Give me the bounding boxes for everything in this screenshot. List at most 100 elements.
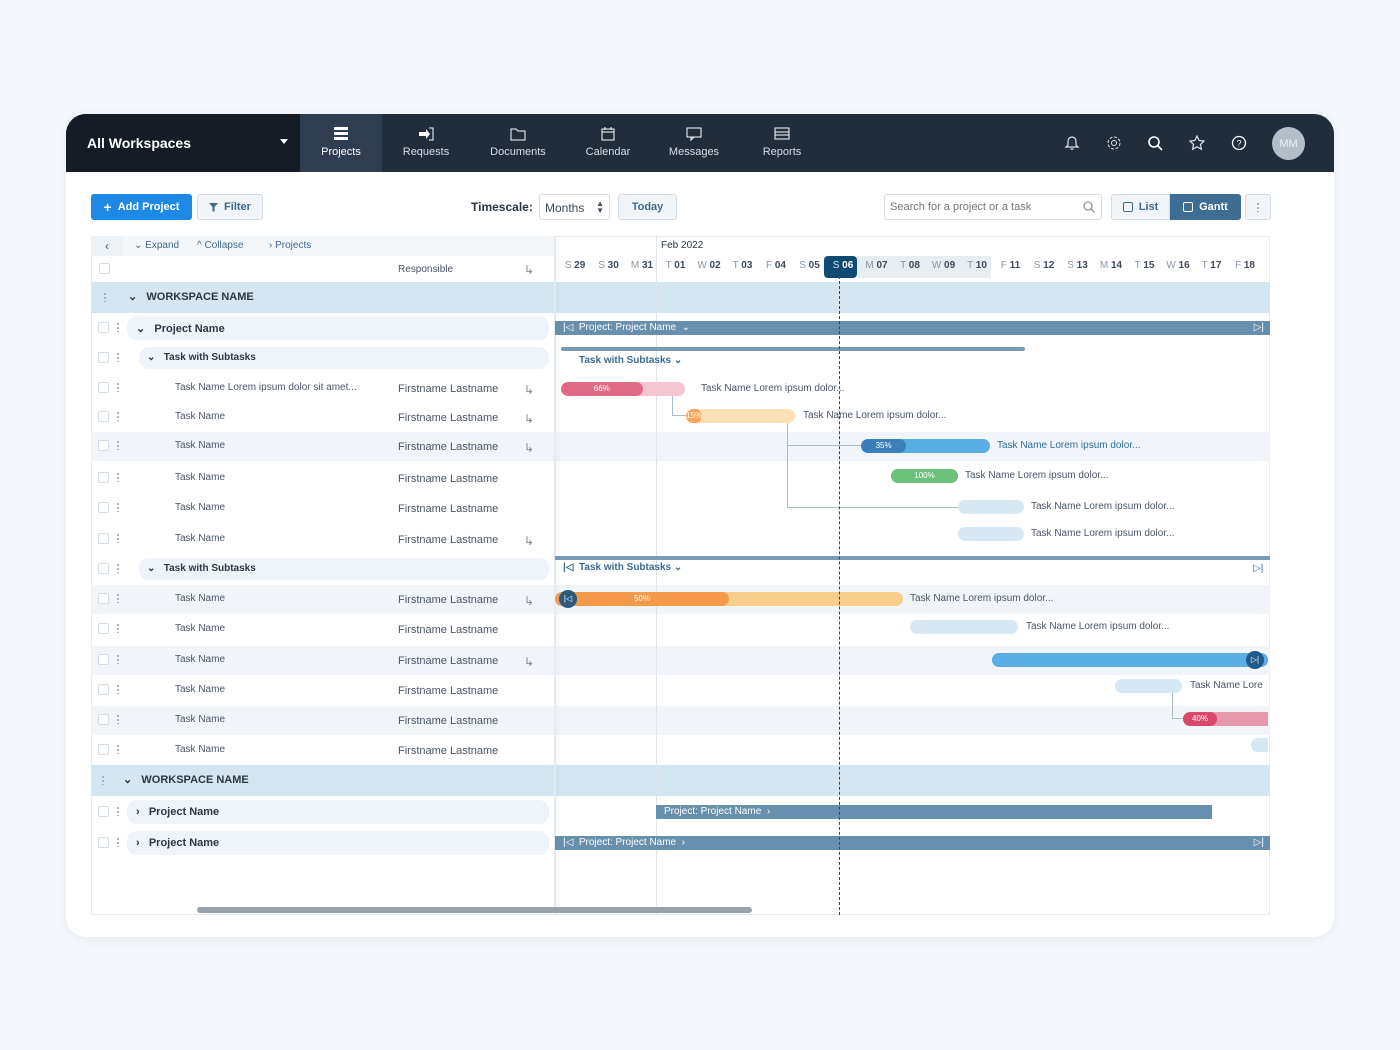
row-checkbox[interactable] [98, 533, 109, 544]
row-checkbox[interactable] [98, 382, 109, 393]
collapse-button[interactable]: ^ Collapse [197, 240, 243, 251]
row-checkbox[interactable] [98, 502, 109, 513]
drag-handle-icon[interactable] [117, 472, 119, 482]
select-all-checkbox[interactable] [99, 263, 110, 274]
task-group-title[interactable]: ⌄ Task with Subtasks [147, 352, 256, 363]
row-checkbox[interactable] [98, 563, 109, 574]
task-name[interactable]: Task Name [175, 593, 225, 604]
drag-handle-icon[interactable] [117, 744, 119, 754]
list-view-button[interactable]: List [1111, 194, 1170, 220]
project-title[interactable]: › Project Name [136, 837, 219, 849]
row-checkbox[interactable] [98, 654, 109, 665]
project-bar[interactable]: Project: Project Name › [656, 805, 1212, 819]
task-group-label[interactable]: |◁ Task with Subtasks ⌄ [563, 562, 682, 573]
drag-handle-icon[interactable] [117, 684, 119, 694]
workspace-row[interactable]: ⌄ WORKSPACE NAME [123, 773, 249, 786]
drag-handle-icon[interactable] [117, 411, 119, 421]
drag-start-handle[interactable]: |◁ [559, 590, 577, 608]
drag-handle-icon[interactable] [104, 292, 106, 302]
drag-handle-icon[interactable] [117, 593, 119, 603]
row-checkbox[interactable] [98, 837, 109, 848]
task-bar[interactable] [958, 500, 1024, 514]
horizontal-scrollbar[interactable] [197, 907, 752, 913]
project-bar[interactable]: |◁ Project: Project Name ⌄ ▷| [555, 321, 1270, 335]
project-title[interactable]: › Project Name [136, 806, 219, 818]
tab-documents[interactable]: Documents [470, 114, 566, 172]
expand-button[interactable]: ⌄ Expand [134, 240, 179, 251]
task-bar[interactable] [1115, 679, 1182, 693]
row-checkbox[interactable] [98, 440, 109, 451]
task-bar[interactable] [1251, 738, 1268, 752]
timescale-select[interactable]: Months ▲ ▼ [539, 194, 610, 220]
row-checkbox[interactable] [98, 472, 109, 483]
add-project-button[interactable]: + Add Project [91, 194, 192, 220]
search-button[interactable] [1142, 114, 1168, 172]
drag-handle-icon[interactable] [117, 502, 119, 512]
row-checkbox[interactable] [98, 352, 109, 363]
collapse-panel-button[interactable]: ‹ [91, 236, 123, 256]
row-checkbox[interactable] [98, 623, 109, 634]
drag-handle-icon[interactable] [117, 563, 119, 573]
tab-requests[interactable]: Requests [382, 114, 470, 172]
task-bar[interactable]: 50% [555, 592, 903, 606]
row-checkbox[interactable] [98, 806, 109, 817]
drag-handle-icon[interactable] [117, 440, 119, 450]
drag-handle-icon[interactable] [117, 806, 119, 816]
tab-projects[interactable]: Projects [300, 114, 382, 172]
task-group-title[interactable]: ⌄ Task with Subtasks [147, 563, 256, 574]
drag-handle-icon[interactable] [117, 654, 119, 664]
drag-handle-icon[interactable] [102, 775, 104, 785]
help-button[interactable]: ? [1226, 114, 1252, 172]
drag-end-handle[interactable]: ▷| [1246, 651, 1264, 669]
star-button[interactable] [1184, 114, 1210, 172]
project-title[interactable]: ⌄ Project Name [136, 322, 225, 335]
row-checkbox[interactable] [98, 593, 109, 604]
panel-divider[interactable] [554, 236, 556, 915]
row-checkbox[interactable] [98, 322, 109, 333]
task-bar[interactable]: 100% [891, 469, 958, 483]
tab-calendar[interactable]: Calendar [566, 114, 650, 172]
drag-handle-icon[interactable] [117, 837, 119, 847]
task-name[interactable]: Task Name [175, 714, 225, 725]
filter-button[interactable]: Filter [197, 194, 263, 220]
avatar[interactable]: MM [1272, 127, 1305, 160]
row-checkbox[interactable] [98, 744, 109, 755]
subtask-arrow-icon[interactable]: ↳ [524, 594, 534, 608]
row-checkbox[interactable] [98, 684, 109, 695]
task-bar[interactable]: 40% [1183, 712, 1268, 726]
drag-handle-icon[interactable] [117, 714, 119, 724]
project-bar[interactable]: |◁ Project: Project Name › ▷| [555, 836, 1270, 850]
drag-handle-icon[interactable] [117, 623, 119, 633]
search-field[interactable] [885, 195, 1075, 219]
tab-messages[interactable]: Messages [650, 114, 738, 172]
summary-bar[interactable] [561, 347, 1025, 351]
task-name[interactable]: Task Name [175, 623, 225, 634]
tab-reports[interactable]: Reports [738, 114, 826, 172]
workspace-row[interactable]: ⌄ WORKSPACE NAME [128, 290, 254, 303]
drag-handle-icon[interactable] [117, 382, 119, 392]
gear-button[interactable] [1101, 114, 1127, 172]
task-bar[interactable]: 15% [686, 409, 795, 423]
drag-handle-icon[interactable] [117, 352, 119, 362]
task-name[interactable]: Task Name [175, 411, 225, 422]
task-name[interactable]: Task Name [175, 502, 225, 513]
task-name[interactable]: Task Name [175, 744, 225, 755]
task-name[interactable]: Task Name [175, 440, 225, 451]
workspace-selector[interactable]: All Workspaces [66, 114, 300, 172]
task-name[interactable]: Task Name Lorem ipsum dolor sit amet... [175, 382, 357, 393]
bell-button[interactable] [1059, 114, 1085, 172]
row-checkbox[interactable] [98, 411, 109, 422]
task-bar[interactable] [958, 527, 1024, 541]
search-input[interactable] [884, 194, 1102, 220]
drag-handle-icon[interactable] [117, 322, 119, 332]
subtask-arrow-icon[interactable]: ↳ [524, 441, 534, 455]
task-group-label[interactable]: Task with Subtasks ⌄ [579, 355, 682, 366]
subtask-arrow-icon[interactable]: ↳ [524, 655, 534, 669]
row-checkbox[interactable] [98, 714, 109, 725]
jump-end-icon[interactable]: ▷| [1253, 563, 1263, 574]
breadcrumb[interactable]: › Projects [269, 240, 311, 251]
task-bar[interactable] [910, 620, 1018, 634]
subtask-arrow-icon[interactable]: ↳ [524, 383, 534, 397]
subtask-arrow-icon[interactable]: ↳ [524, 412, 534, 426]
drag-handle-icon[interactable] [117, 533, 119, 543]
